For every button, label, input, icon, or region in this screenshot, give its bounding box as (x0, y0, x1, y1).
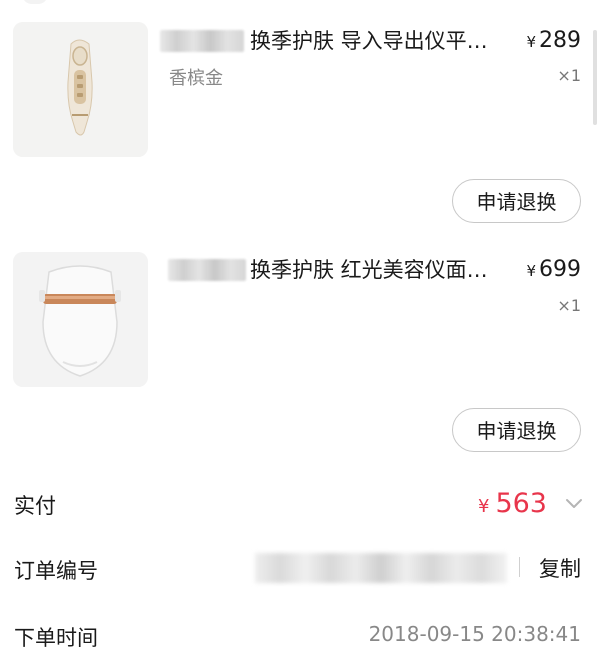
refund-button[interactable]: 申请退换 (452, 408, 581, 452)
paid-value: 563 (495, 488, 547, 519)
paid-label: 实付 (14, 494, 56, 518)
product-title[interactable]: 换季护肤 导入导出仪平… (250, 26, 512, 56)
item-title-row: 换季护肤 导入导出仪平… ¥289 (160, 26, 581, 62)
divider (519, 557, 520, 577)
order-time-value: 2018-09-15 20:38:41 (368, 622, 581, 646)
order-number-label: 订单编号 (14, 559, 98, 583)
product-quantity: ×1 (557, 66, 581, 85)
product-price: ¥289 (526, 26, 581, 57)
order-item-2: 换季护肤 红光美容仪面… ¥699 ×1 申请退换 (0, 230, 599, 455)
order-number-row: 订单编号 复制 (0, 549, 599, 589)
product-variant: 香槟金 (169, 68, 223, 89)
currency-symbol: ¥ (526, 262, 536, 280)
item-title-row: 换季护肤 红光美容仪面… ¥699 (160, 255, 581, 291)
product-image-2[interactable] (13, 252, 148, 387)
chevron-down-icon[interactable] (563, 492, 585, 514)
shop-name-blurred (168, 259, 246, 281)
paid-row[interactable]: 实付 ¥563 (0, 484, 599, 524)
price-value: 289 (539, 28, 581, 53)
price-value: 699 (539, 257, 581, 282)
beauty-device-wand-icon (13, 22, 148, 157)
currency-symbol: ¥ (478, 496, 490, 517)
paid-amount: ¥563 (478, 484, 547, 527)
order-number-blurred (255, 553, 507, 583)
order-time-label: 下单时间 (14, 626, 98, 650)
order-time-row: 下单时间 2018-09-15 20:38:41 (0, 616, 599, 656)
shop-name-blurred (160, 30, 244, 52)
led-face-mask-icon (13, 252, 148, 387)
order-item-1: 换季护肤 导入导出仪平… ¥289 香槟金 ×1 申请退换 (0, 0, 599, 225)
refund-button[interactable]: 申请退换 (452, 179, 581, 223)
product-quantity: ×1 (557, 296, 581, 315)
product-title[interactable]: 换季护肤 红光美容仪面… (250, 255, 512, 285)
currency-symbol: ¥ (526, 33, 536, 51)
product-image-1[interactable] (13, 22, 148, 157)
product-price: ¥699 (526, 255, 581, 286)
copy-button[interactable]: 复制 (539, 553, 581, 583)
